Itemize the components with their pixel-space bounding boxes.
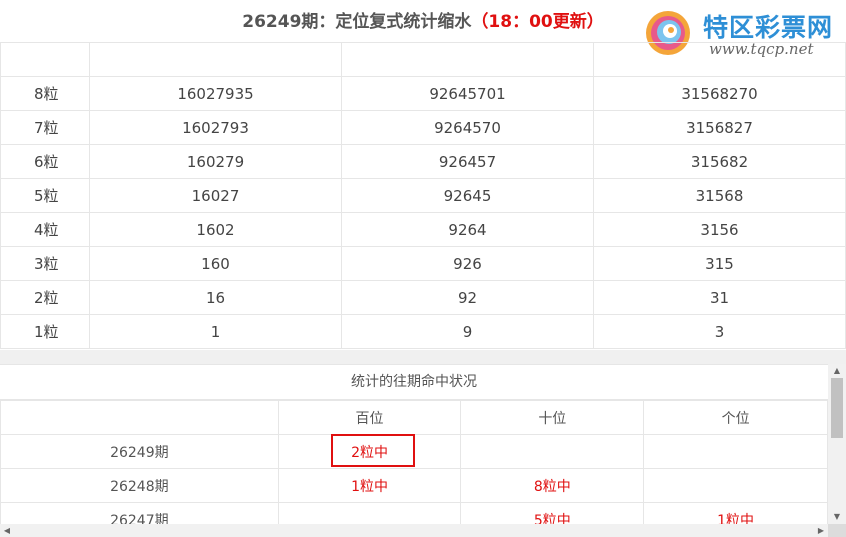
stats-cell: 3156827 (593, 110, 846, 145)
stats-cell: 31568270 (593, 76, 846, 111)
stats-row: 2粒 16 92 31 (0, 280, 846, 315)
title-update-time: （18：00更新） (471, 12, 604, 32)
history-row: 26248期 1粒中 8粒中 (0, 468, 828, 503)
stats-row-label (0, 42, 90, 77)
history-header-row: 百位 十位 个位 (0, 400, 828, 435)
stats-cell: 9 (341, 314, 594, 349)
stats-row: 5粒 16027 92645 31568 (0, 178, 846, 213)
history-hit-cell: 2粒中 (277, 434, 462, 469)
stats-cell: 92645701 (341, 76, 594, 111)
stats-row (0, 42, 846, 77)
stats-row: 1粒 1 9 3 (0, 314, 846, 349)
history-period: 26247期 (0, 502, 279, 524)
history-header-cell: 个位 (643, 400, 828, 435)
scroll-down-icon[interactable]: ▼ (828, 510, 846, 524)
history-hit-cell (460, 434, 645, 469)
stats-cell: 160 (89, 246, 342, 281)
stats-cell: 315682 (593, 144, 846, 179)
stats-cell: 92645 (341, 178, 594, 213)
history-title: 统计的往期命中状况 (0, 364, 828, 400)
scroll-left-icon[interactable]: ◀ (0, 524, 14, 537)
stats-cell: 1602793 (89, 110, 342, 145)
history-hit-cell: 1粒中 (277, 468, 462, 503)
stats-panel: 26249期：定位复式统计缩水（18：00更新） 特区彩票网 www.tqcp.… (0, 0, 846, 350)
stats-cell: 3156 (593, 212, 846, 247)
history-hit-cell: 8粒中 (460, 468, 645, 503)
history-period: 26248期 (0, 468, 279, 503)
history-hit-cell (277, 502, 462, 524)
stats-row-label: 3粒 (0, 246, 90, 281)
stats-cell (89, 42, 342, 77)
stats-cell: 1602 (89, 212, 342, 247)
stats-cell: 3 (593, 314, 846, 349)
stats-row: 4粒 1602 9264 3156 (0, 212, 846, 247)
stats-row-label: 5粒 (0, 178, 90, 213)
history-row: 26247期 5粒中 1粒中 (0, 502, 828, 524)
stats-row: 6粒 160279 926457 315682 (0, 144, 846, 179)
stats-row-label: 8粒 (0, 76, 90, 111)
vertical-scrollbar[interactable]: ▲ ▼ (828, 364, 846, 524)
stats-cell: 16027 (89, 178, 342, 213)
stats-cell: 16027935 (89, 76, 342, 111)
history-hit-cell: 1粒中 (643, 502, 828, 524)
stats-cell: 926 (341, 246, 594, 281)
scroll-right-icon[interactable]: ▶ (814, 524, 828, 537)
stats-cell (341, 42, 594, 77)
history-hit-cell (643, 434, 828, 469)
scroll-up-icon[interactable]: ▲ (828, 364, 846, 378)
stats-cell: 92 (341, 280, 594, 315)
scrollbar-corner (828, 524, 846, 537)
history-header-cell (0, 400, 279, 435)
stats-row-label: 7粒 (0, 110, 90, 145)
stats-row-label: 2粒 (0, 280, 90, 315)
stats-cell: 926457 (341, 144, 594, 179)
stats-table: 8粒 16027935 92645701 31568270 7粒 1602793 92645… (0, 42, 846, 349)
stats-cell: 160279 (89, 144, 342, 179)
stats-row-label: 4粒 (0, 212, 90, 247)
stats-cell (593, 42, 846, 77)
stats-cell: 1 (89, 314, 342, 349)
stats-cell: 31568 (593, 178, 846, 213)
stats-cell: 9264 (341, 212, 594, 247)
history-table: 百位 十位 个位 26249期 2粒中 26248期 1粒中 8粒中 26247期 5粒中 1粒中 (0, 400, 828, 524)
stats-row: 3粒 160 926 315 (0, 246, 846, 281)
stats-cell: 31 (593, 280, 846, 315)
horizontal-scrollbar[interactable]: ◀ ▶ (0, 524, 828, 537)
history-hit-cell (643, 468, 828, 503)
stats-cell: 315 (593, 246, 846, 281)
scroll-thumb[interactable] (831, 378, 843, 438)
stats-row-label: 6粒 (0, 144, 90, 179)
stats-row-label: 1粒 (0, 314, 90, 349)
history-header-cell: 百位 (277, 400, 462, 435)
stats-row: 7粒 1602793 9264570 3156827 (0, 110, 846, 145)
stats-cell: 16 (89, 280, 342, 315)
history-period: 26249期 (0, 434, 279, 469)
history-header-cell: 十位 (460, 400, 645, 435)
title-main: 26249期：定位复式统计缩水 (242, 12, 472, 32)
highlight-box (330, 434, 415, 467)
history-panel: 统计的往期命中状况 百位 十位 个位 26249期 2粒中 26248期 1粒中 8粒中 262… (0, 364, 828, 524)
history-hit-cell: 5粒中 (460, 502, 645, 524)
history-row: 26249期 2粒中 (0, 434, 828, 469)
stats-cell: 9264570 (341, 110, 594, 145)
stats-row: 8粒 16027935 92645701 31568270 (0, 76, 846, 111)
logo-brand: 特区彩票网 (703, 13, 834, 42)
